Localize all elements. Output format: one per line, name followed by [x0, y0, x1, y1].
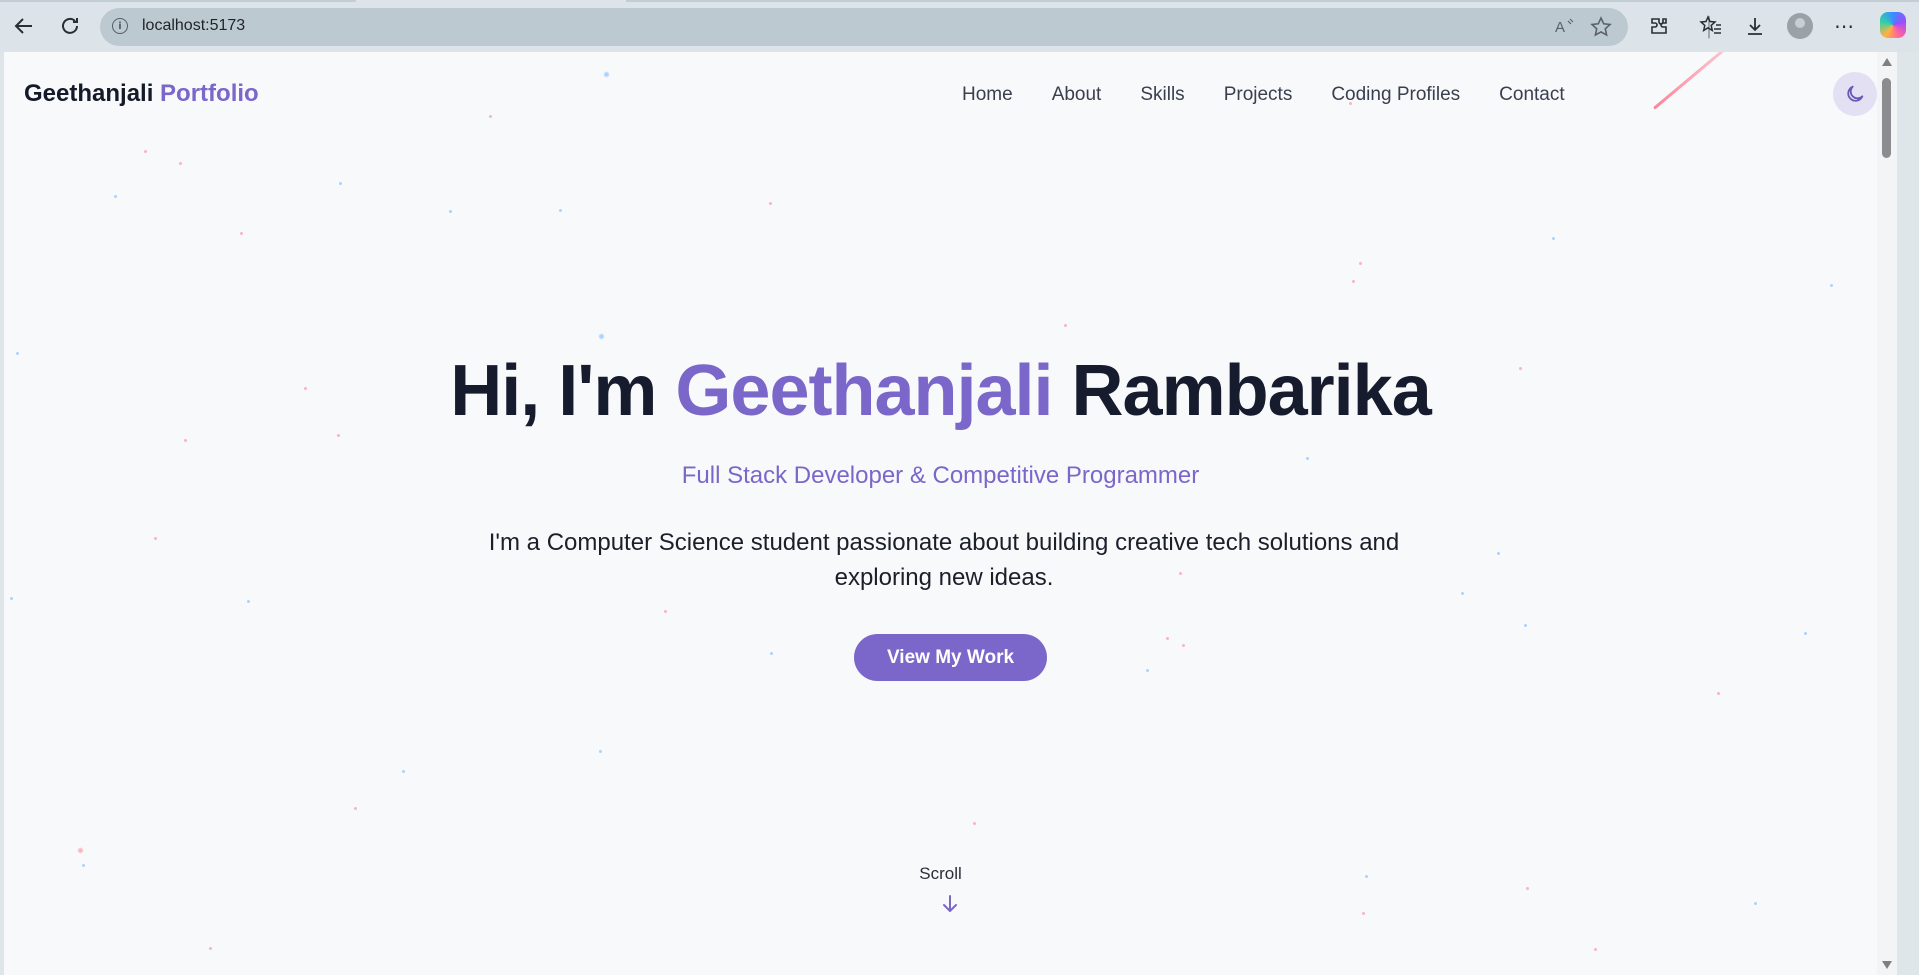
refresh-icon[interactable] — [54, 10, 86, 42]
scrollbar-thumb[interactable] — [1882, 78, 1891, 158]
back-icon[interactable] — [8, 10, 40, 42]
favorites-icon[interactable] — [1695, 10, 1727, 42]
scroll-up-arrow[interactable] — [1882, 58, 1892, 66]
copilot-icon[interactable] — [1880, 12, 1906, 38]
url-text[interactable]: localhost:5173 — [142, 17, 245, 35]
nav-home[interactable]: Home — [962, 84, 1013, 106]
shooting-star — [1653, 52, 1778, 110]
nav-coding-profiles[interactable]: Coding Profiles — [1331, 84, 1460, 106]
theme-toggle-button[interactable] — [1833, 72, 1877, 116]
downloads-icon[interactable] — [1739, 10, 1771, 42]
tab-indicator — [626, 0, 1919, 2]
brand-logo[interactable]: Geethanjali Portfolio — [24, 80, 259, 108]
moon-icon — [1847, 85, 1864, 102]
svg-text:A: A — [1555, 19, 1565, 36]
hero-description-line: I'm a Computer Science student passionat… — [488, 529, 1400, 556]
site-info-icon[interactable]: i — [112, 18, 128, 34]
hero-last-name: Rambarika — [1071, 351, 1432, 431]
favorite-star-icon[interactable] — [1590, 16, 1612, 43]
page-viewport: Geethanjali Portfolio Home About Skills … — [4, 52, 1897, 975]
brand-first: Geethanjali — [24, 80, 154, 107]
hero-first-name: Geethanjali — [675, 351, 1053, 431]
scroll-label[interactable]: Scroll — [4, 864, 1877, 884]
hero-title: Hi, I'm Geethanjali Rambarika — [4, 350, 1877, 432]
extensions-icon[interactable] — [1643, 10, 1675, 42]
main-nav: Home About Skills Projects Coding Profil… — [962, 84, 1565, 106]
browser-chrome: i localhost:5173 A | ⋯ — [0, 0, 1919, 52]
nav-about[interactable]: About — [1052, 84, 1102, 106]
hero-subtitle: Full Stack Developer & Competitive Progr… — [681, 462, 1200, 489]
nav-skills[interactable]: Skills — [1140, 84, 1184, 106]
tab-indicator — [0, 0, 356, 2]
nav-contact[interactable]: Contact — [1499, 84, 1564, 106]
hero-greeting: Hi, I'm — [450, 351, 657, 431]
nav-projects[interactable]: Projects — [1224, 84, 1293, 106]
read-aloud-icon[interactable]: A — [1554, 16, 1576, 41]
view-my-work-button[interactable]: View My Work — [854, 634, 1047, 681]
profile-icon[interactable] — [1787, 13, 1813, 39]
hero-description: I'm a Computer Science student passionat… — [479, 525, 1409, 595]
hero-description-line: exploring new ideas. — [834, 564, 1054, 591]
arrow-down-icon[interactable] — [941, 894, 959, 914]
more-icon[interactable]: ⋯ — [1828, 10, 1860, 42]
address-bar[interactable]: i localhost:5173 A — [100, 8, 1628, 46]
brand-second: Portfolio — [160, 80, 259, 107]
scroll-down-arrow[interactable] — [1882, 961, 1892, 969]
page-scrollbar[interactable] — [1877, 52, 1897, 975]
